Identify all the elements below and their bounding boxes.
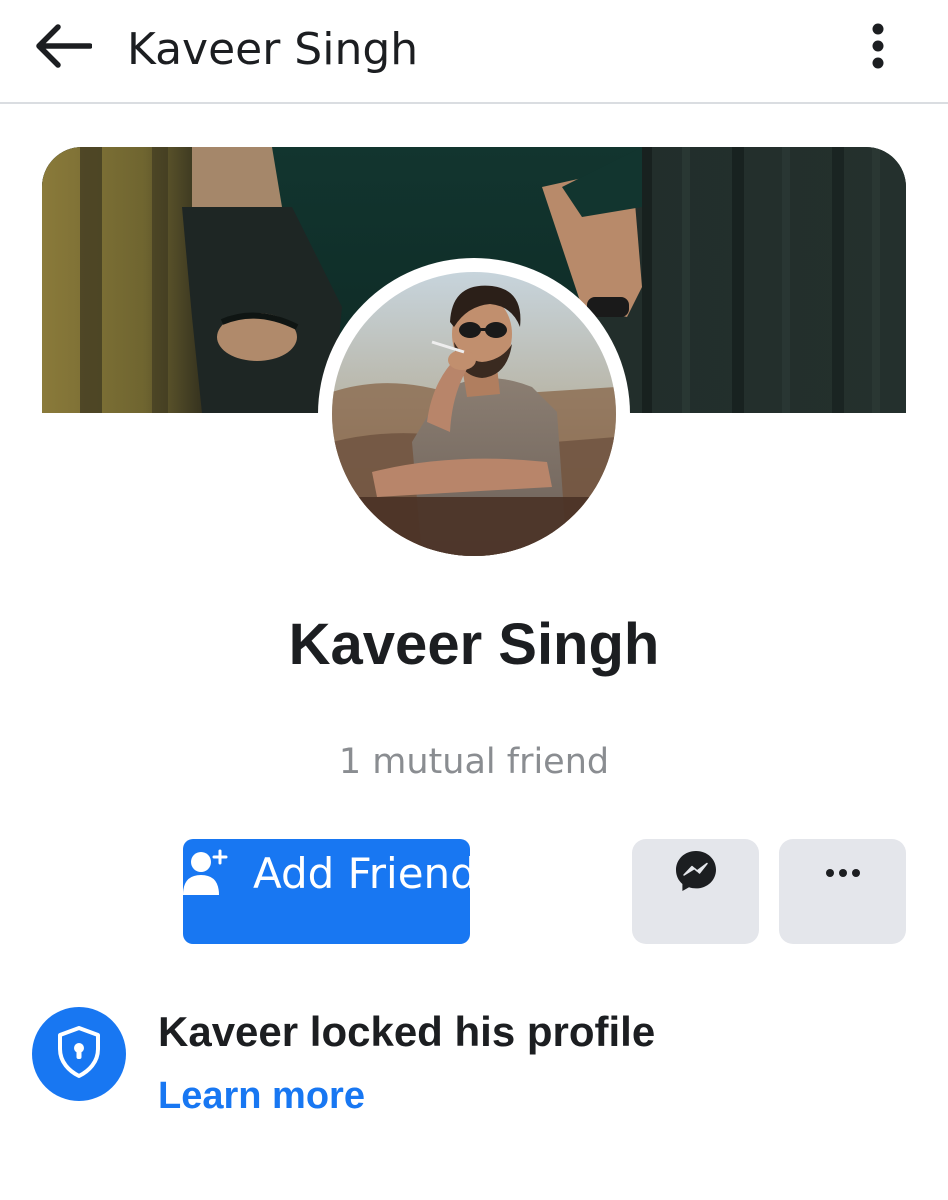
locked-profile-title: Kaveer locked his profile bbox=[158, 1008, 656, 1055]
top-bar: Kaveer Singh bbox=[0, 0, 948, 104]
profile-name: Kaveer Singh bbox=[288, 612, 660, 677]
add-friend-label: Add Friend bbox=[253, 849, 477, 898]
menu-button[interactable] bbox=[850, 18, 906, 78]
header-title: Kaveer Singh bbox=[127, 24, 419, 75]
back-arrow-icon bbox=[34, 22, 93, 75]
more-vertical-icon bbox=[871, 23, 885, 74]
back-button[interactable] bbox=[28, 18, 98, 78]
learn-more-link[interactable]: Learn more bbox=[158, 1072, 365, 1120]
mutual-friends-link[interactable]: 1 mutual friend bbox=[0, 740, 948, 784]
profile-picture[interactable] bbox=[318, 258, 630, 570]
add-friend-button[interactable]: Add Friend bbox=[183, 839, 477, 944]
messenger-icon bbox=[674, 849, 718, 898]
more-options-button[interactable] bbox=[779, 839, 906, 944]
more-horizontal-icon bbox=[825, 865, 861, 883]
shield-lock-icon bbox=[56, 1025, 102, 1084]
message-button[interactable] bbox=[632, 839, 759, 944]
avatar-image bbox=[332, 272, 616, 556]
add-person-icon bbox=[183, 849, 229, 895]
locked-profile-badge bbox=[32, 1007, 126, 1101]
